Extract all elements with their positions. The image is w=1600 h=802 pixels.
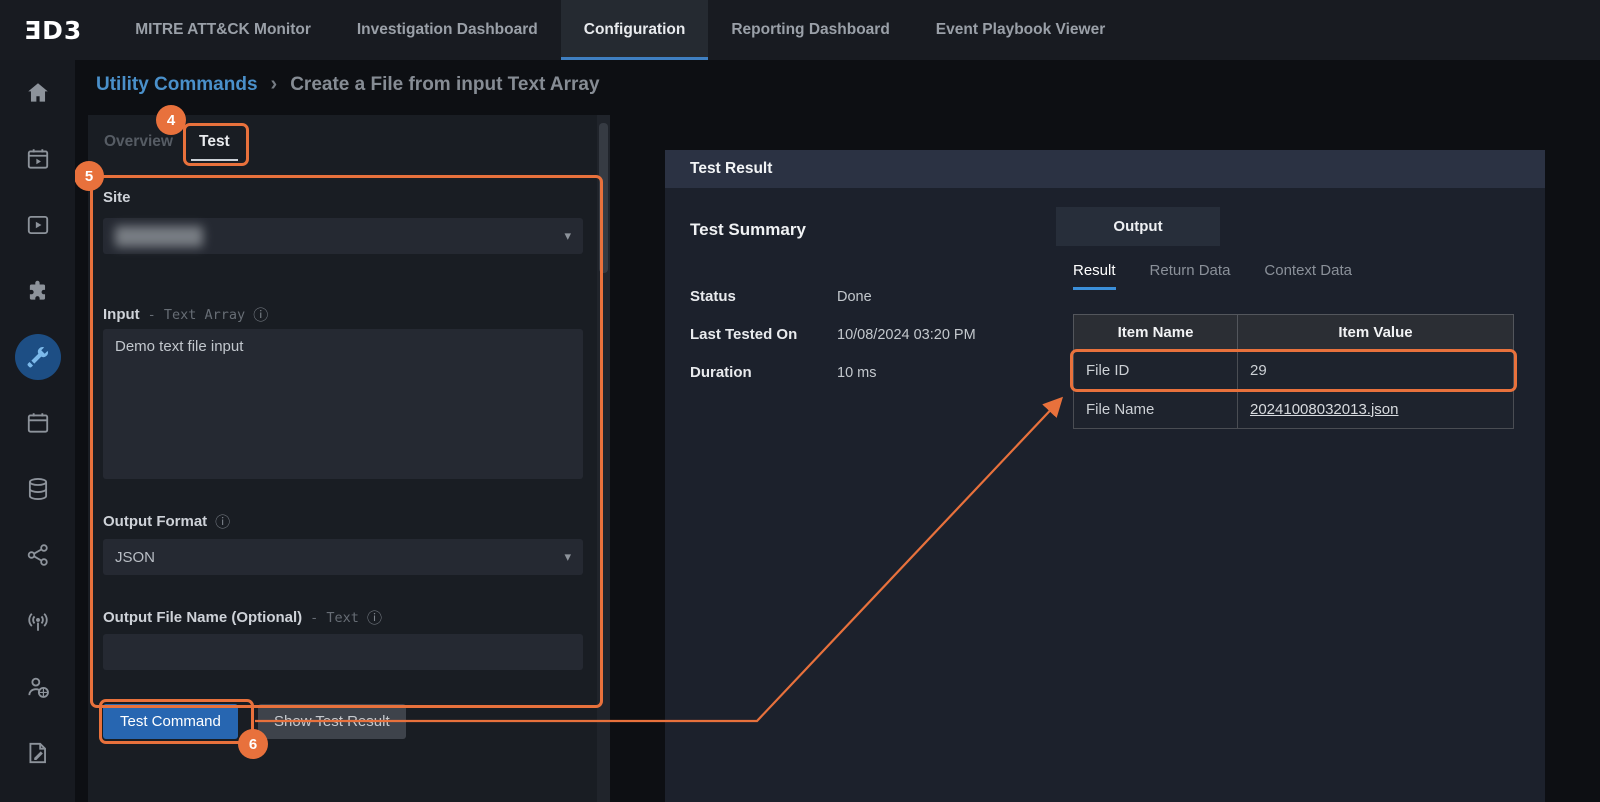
output-format-value: JSON (115, 549, 155, 566)
video-play-icon (15, 202, 61, 248)
calendar-play-icon (15, 136, 61, 182)
sidebar-item-user-access[interactable] (0, 654, 75, 720)
tools-icon (15, 334, 61, 380)
tab-output[interactable]: Output (1056, 207, 1220, 246)
tab-context-data[interactable]: Context Data (1264, 262, 1352, 290)
table-row-file-name: File Name 20241008032013.json (1074, 390, 1514, 429)
table-row-file-id: File ID 29 (1074, 351, 1514, 390)
table-header-row: Item Name Item Value (1074, 315, 1514, 351)
annotation-step-5: 5 (74, 161, 104, 191)
nav-mitre-attack-monitor[interactable]: MITRE ATT&CK Monitor (112, 0, 334, 60)
nav-event-playbook-viewer[interactable]: Event Playbook Viewer (913, 0, 1128, 60)
summary-label: Duration (690, 364, 837, 381)
summary-row-status: Status Done (690, 288, 872, 305)
database-icon (15, 466, 61, 512)
summary-label: Last Tested On (690, 326, 837, 343)
cell-item-value: 29 (1238, 351, 1514, 390)
nav-investigation-dashboard[interactable]: Investigation Dashboard (334, 0, 561, 60)
info-icon[interactable]: ⓘ (253, 304, 268, 325)
document-edit-icon (15, 730, 61, 776)
panel-scrollbar-thumb[interactable] (599, 123, 608, 273)
user-globe-icon (15, 664, 61, 710)
chevron-down-icon: ▾ (564, 229, 571, 244)
info-icon[interactable]: ⓘ (367, 607, 382, 628)
sidebar-item-playbooks[interactable] (0, 192, 75, 258)
nav-reporting-dashboard[interactable]: Reporting Dashboard (708, 0, 912, 60)
input-type-hint: - Text Array (148, 307, 246, 323)
sidebar-item-data[interactable] (0, 456, 75, 522)
site-field-label: Site (103, 189, 131, 206)
summary-value: 10/08/2024 03:20 PM (837, 327, 976, 343)
column-header-item-name: Item Name (1074, 315, 1238, 351)
output-file-name-type-hint: - Text (310, 610, 359, 626)
breadcrumb-chevron-icon: › (271, 73, 278, 96)
share-nodes-icon (15, 532, 61, 578)
summary-label: Status (690, 288, 837, 305)
broadcast-icon (15, 598, 61, 644)
calendar-icon (15, 400, 61, 446)
output-format-select[interactable]: JSON ▾ (103, 539, 583, 575)
input-textarea[interactable]: Demo text file input (103, 329, 583, 479)
site-value-redacted (115, 226, 203, 247)
result-table: Item Name Item Value File ID 29 File Nam… (1073, 314, 1514, 429)
summary-value: 10 ms (837, 365, 877, 381)
panel-scrollbar-track (597, 115, 610, 802)
show-test-result-button[interactable]: Show Test Result (258, 704, 406, 739)
sidebar-item-utility-commands[interactable] (0, 324, 75, 390)
sidebar-item-home[interactable] (0, 60, 75, 126)
output-file-name-label-text: Output File Name (Optional) (103, 609, 302, 626)
site-label-text: Site (103, 189, 131, 206)
breadcrumb: Utility Commands › Create a File from in… (75, 60, 1600, 110)
tab-test[interactable]: Test (191, 129, 238, 161)
nav-configuration[interactable]: Configuration (561, 0, 709, 60)
input-label-text: Input (103, 306, 140, 323)
chevron-down-icon: ▾ (564, 550, 571, 565)
info-icon[interactable]: ⓘ (215, 511, 230, 532)
cell-item-value: 20241008032013.json (1238, 390, 1514, 429)
test-summary-heading: Test Summary (690, 220, 806, 240)
sidebar-item-integrations[interactable] (0, 258, 75, 324)
test-result-header: Test Result (665, 150, 1545, 188)
summary-row-duration: Duration 10 ms (690, 364, 877, 381)
output-sub-tabs: Result Return Data Context Data (1073, 262, 1352, 290)
tab-return-data[interactable]: Return Data (1150, 262, 1231, 290)
icon-sidebar (0, 60, 75, 802)
output-format-label-text: Output Format (103, 513, 207, 530)
sidebar-item-live-feeds[interactable] (0, 588, 75, 654)
file-name-link[interactable]: 20241008032013.json (1250, 401, 1398, 418)
cell-item-name: File Name (1074, 390, 1238, 429)
output-file-name-input[interactable] (103, 634, 583, 670)
sidebar-item-reports[interactable] (0, 720, 75, 786)
test-result-panel: Test Result Test Summary Status Done Las… (665, 150, 1545, 802)
breadcrumb-utility-commands[interactable]: Utility Commands (96, 74, 258, 96)
command-test-panel: Overview Test 4 5 Site ▾ Input - Text Ar… (88, 115, 610, 802)
cell-item-name: File ID (1074, 351, 1238, 390)
tab-result[interactable]: Result (1073, 262, 1116, 290)
output-format-label: Output Format ⓘ (103, 511, 230, 532)
breadcrumb-current-page: Create a File from input Text Array (290, 74, 599, 96)
sidebar-item-connections[interactable] (0, 522, 75, 588)
screen: ƎD3 MITRE ATT&CK Monitor Investigation D… (0, 0, 1600, 802)
summary-row-last-tested: Last Tested On 10/08/2024 03:20 PM (690, 326, 976, 343)
summary-value: Done (837, 289, 872, 305)
test-result-title: Test Result (690, 160, 772, 178)
site-select[interactable]: ▾ (103, 218, 583, 254)
d3-logo[interactable]: ƎD3 (0, 0, 112, 60)
column-header-item-value: Item Value (1238, 315, 1514, 351)
input-field-label: Input - Text Array ⓘ (103, 304, 268, 325)
sidebar-item-incidents[interactable] (0, 126, 75, 192)
puzzle-icon (15, 268, 61, 314)
test-command-button[interactable]: Test Command (103, 704, 238, 739)
tab-overview[interactable]: Overview (96, 129, 181, 159)
top-nav: ƎD3 MITRE ATT&CK Monitor Investigation D… (0, 0, 1600, 60)
sidebar-item-schedule[interactable] (0, 390, 75, 456)
output-file-name-label: Output File Name (Optional) - Text ⓘ (103, 607, 382, 628)
home-icon (15, 70, 61, 116)
